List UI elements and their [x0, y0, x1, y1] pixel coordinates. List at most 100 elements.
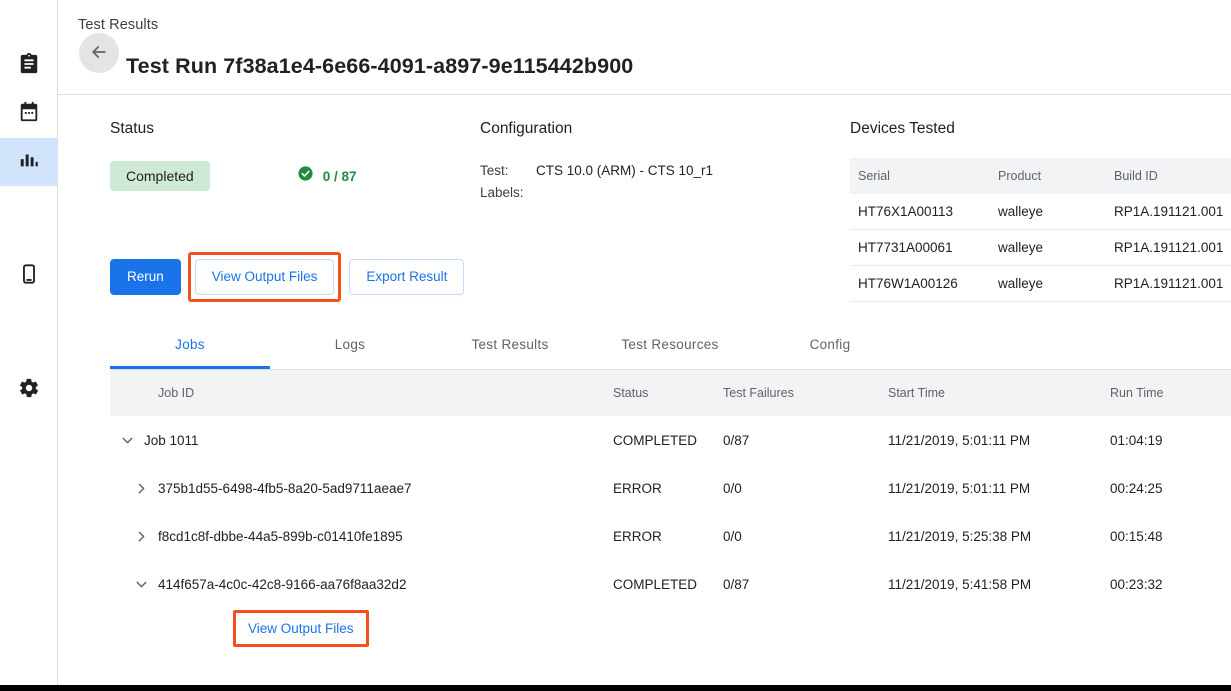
jobs-col-job-id: Job ID: [110, 386, 613, 400]
sidebar-spacer: [0, 186, 57, 252]
devices-table: Serial Product Build ID HT76X1A00113 wal…: [850, 158, 1231, 302]
jobs-table: Job ID Status Test Failures Start Time R…: [110, 370, 1231, 608]
configuration-section-title: Configuration: [480, 120, 840, 138]
calendar-icon: [18, 101, 40, 128]
device-serial: HT76X1A00113: [850, 194, 998, 230]
job-run-time: 00:23:32: [1110, 577, 1231, 592]
config-value-test: CTS 10.0 (ARM) - CTS 10_r1: [536, 162, 840, 180]
job-run-time: 01:04:19: [1110, 433, 1231, 448]
jobs-col-run-time: Run Time: [1110, 386, 1231, 400]
expanded-view-output-files-highlight: View Output Files: [233, 610, 369, 647]
devices-col-build: Build ID: [1114, 158, 1231, 194]
status-section-title: Status: [110, 120, 470, 138]
device-serial: HT76W1A00126: [850, 266, 998, 302]
job-start-time: 11/21/2019, 5:01:11 PM: [888, 481, 1110, 496]
job-start-time: 11/21/2019, 5:01:11 PM: [888, 433, 1110, 448]
config-key-test: Test:: [480, 162, 536, 180]
status-row: Completed 0 / 87: [110, 161, 470, 191]
bottom-bar: [0, 685, 1231, 691]
table-row[interactable]: 375b1d55-6498-4fb5-8a20-5ad9711aeae7 ERR…: [110, 464, 1231, 512]
job-test-failures: 0/0: [723, 481, 888, 496]
table-row[interactable]: 414f657a-4c0c-42c8-9166-aa76f8aa32d2 COM…: [110, 560, 1231, 608]
expanded-view-output-files-link[interactable]: View Output Files: [236, 613, 366, 644]
chevron-down-icon[interactable]: [110, 432, 144, 449]
device-product: walleye: [998, 194, 1114, 230]
job-status: COMPLETED: [613, 577, 723, 592]
job-id: 375b1d55-6498-4fb5-8a20-5ad9711aeae7: [158, 481, 411, 496]
tab-config[interactable]: Config: [750, 322, 910, 369]
export-result-button[interactable]: Export Result: [349, 259, 464, 295]
expanded-job-detail: View Output Files: [110, 610, 369, 647]
configuration-section: Configuration Test: CTS 10.0 (ARM) - CTS…: [480, 120, 840, 202]
main-content: Status Completed 0 / 87 Configuration: [58, 96, 1231, 686]
status-badge: Completed: [110, 161, 210, 191]
configuration-list: Test: CTS 10.0 (ARM) - CTS 10_r1 Labels:: [480, 162, 840, 202]
bar-chart-icon: [18, 149, 40, 176]
job-id: 414f657a-4c0c-42c8-9166-aa76f8aa32d2: [158, 577, 406, 592]
sidebar-item-devices[interactable]: [0, 252, 58, 300]
tab-logs[interactable]: Logs: [270, 322, 430, 369]
device-build: RP1A.191121.001: [1114, 266, 1231, 302]
jobs-col-status: Status: [613, 386, 723, 400]
table-row[interactable]: Job 1011 COMPLETED 0/87 11/21/2019, 5:01…: [110, 416, 1231, 464]
jobs-col-start-time: Start Time: [888, 386, 1110, 400]
tab-bar: Jobs Logs Test Results Test Resources Co…: [110, 322, 1231, 370]
job-test-failures: 0/87: [723, 433, 888, 448]
status-section: Status Completed 0 / 87: [110, 120, 470, 191]
jobs-col-test-failures: Test Failures: [723, 386, 888, 400]
job-start-time: 11/21/2019, 5:41:58 PM: [888, 577, 1110, 592]
job-test-failures: 0/0: [723, 529, 888, 544]
jobs-table-header-row: Job ID Status Test Failures Start Time R…: [110, 370, 1231, 416]
breadcrumb: Test Results: [78, 17, 158, 33]
config-key-labels: Labels:: [480, 184, 536, 202]
gear-icon: [18, 377, 40, 404]
job-status: COMPLETED: [613, 433, 723, 448]
page-title: Test Run 7f38a1e4-6e66-4091-a897-9e11544…: [126, 54, 633, 79]
device-build: RP1A.191121.001: [1114, 194, 1231, 230]
sidebar-item-test-results[interactable]: [0, 138, 58, 186]
tab-test-resources[interactable]: Test Resources: [590, 322, 750, 369]
device-product: walleye: [998, 266, 1114, 302]
app-root: Test Results Test Run 7f38a1e4-6e66-4091…: [0, 0, 1231, 691]
sidebar-spacer-2: [0, 300, 57, 366]
devices-section: Devices Tested Serial Product Build ID H…: [850, 120, 1231, 302]
clipboard-icon: [18, 53, 40, 80]
device-serial: HT7731A00061: [850, 230, 998, 266]
chevron-down-icon[interactable]: [124, 576, 158, 593]
job-start-time: 11/21/2019, 5:25:38 PM: [888, 529, 1110, 544]
config-value-labels: [536, 184, 840, 202]
device-product: walleye: [998, 230, 1114, 266]
job-run-time: 00:15:48: [1110, 529, 1231, 544]
job-status: ERROR: [613, 529, 723, 544]
job-id: f8cd1c8f-dbbe-44a5-899b-c01410fe1895: [158, 529, 403, 544]
job-test-failures: 0/87: [723, 577, 888, 592]
arrow-left-icon: [89, 42, 109, 65]
sidebar-item-settings[interactable]: [0, 366, 58, 414]
sidebar: [0, 0, 58, 686]
devices-col-product: Product: [998, 158, 1114, 194]
tab-jobs[interactable]: Jobs: [110, 322, 270, 369]
sidebar-item-test-plans[interactable]: [0, 90, 58, 138]
sidebar-item-test-suites[interactable]: [0, 42, 58, 90]
table-row: HT76X1A00113 walleye RP1A.191121.001: [850, 194, 1231, 230]
device-build: RP1A.191121.001: [1114, 230, 1231, 266]
chevron-right-icon[interactable]: [124, 480, 158, 497]
tab-test-results[interactable]: Test Results: [430, 322, 590, 369]
chevron-right-icon[interactable]: [124, 528, 158, 545]
view-output-files-button[interactable]: View Output Files: [195, 259, 335, 295]
check-circle-icon: [297, 165, 314, 187]
table-row: HT7731A00061 walleye RP1A.191121.001: [850, 230, 1231, 266]
page-header: Test Results Test Run 7f38a1e4-6e66-4091…: [58, 0, 1231, 95]
job-id: Job 1011: [144, 433, 199, 448]
job-run-time: 00:24:25: [1110, 481, 1231, 496]
table-row: HT76W1A00126 walleye RP1A.191121.001: [850, 266, 1231, 302]
view-output-files-highlight: View Output Files: [188, 252, 342, 302]
devices-section-title: Devices Tested: [850, 120, 1231, 138]
action-buttons: Rerun View Output Files Export Result: [110, 252, 464, 302]
back-button[interactable]: [79, 33, 119, 73]
devices-col-serial: Serial: [850, 158, 998, 194]
phone-icon: [18, 263, 40, 290]
table-row[interactable]: f8cd1c8f-dbbe-44a5-899b-c01410fe1895 ERR…: [110, 512, 1231, 560]
pass-count: 0 / 87: [323, 169, 357, 184]
rerun-button[interactable]: Rerun: [110, 259, 181, 295]
